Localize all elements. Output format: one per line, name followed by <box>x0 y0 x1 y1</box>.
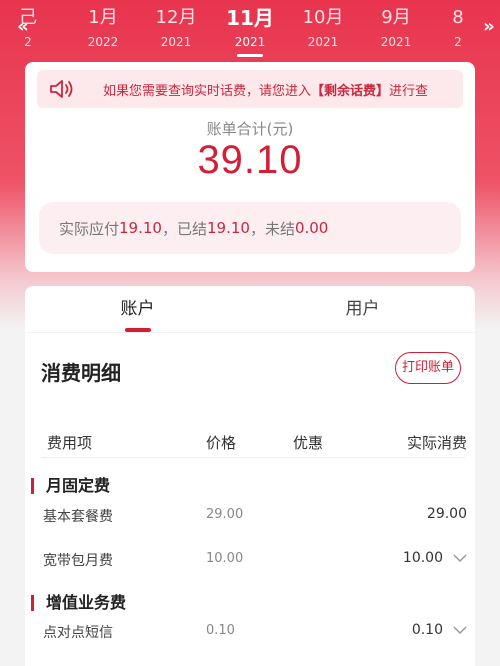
detail-title: 消费明细 <box>41 361 121 385</box>
year-label: 2 <box>24 35 32 49</box>
speaker-icon <box>50 80 73 98</box>
realtime-fee-notice[interactable]: 如果您需要查询实时话费，请您进入【剩余话费】进行查 <box>37 70 463 108</box>
active-month-indicator <box>237 54 263 57</box>
group-value-added: 增值业务费 <box>31 595 126 611</box>
account-user-tabs: 账户 用户 <box>25 286 475 332</box>
column-header-price: 价格 <box>206 434 237 452</box>
row-price: 10.00 <box>206 551 244 566</box>
row-name: 宽带包月费 <box>43 553 113 569</box>
total-label: 账单合计(元) <box>206 120 294 138</box>
year-label: 2 <box>454 35 462 49</box>
tab-user[interactable]: 用户 <box>250 286 475 332</box>
settled-value: 19.10 <box>206 219 250 237</box>
row-actual-value: 29.00 <box>426 506 467 522</box>
remaining-fee-link[interactable]: 【剩余话费】 <box>311 84 389 99</box>
payment-breakdown: 实际应付 19.10 ，已结 19.10 ，未结 0.00 <box>39 202 461 254</box>
month-item-jan-2022[interactable]: 1月 2022 <box>73 6 133 50</box>
month-label: 8 <box>452 7 464 28</box>
chevron-down-icon[interactable] <box>453 553 467 563</box>
month-label: 11月 <box>226 6 274 30</box>
unsettled-label: ，未结 <box>249 219 295 238</box>
chevron-down-icon[interactable] <box>453 625 467 635</box>
month-item-dec-2021[interactable]: 12月 2021 <box>146 6 206 50</box>
due-label: 实际应付 <box>59 219 120 238</box>
year-label: 2021 <box>234 35 266 49</box>
month-item-partial-right[interactable]: 8 2 <box>446 6 470 50</box>
divider <box>41 457 465 458</box>
month-label: 1月 <box>88 7 118 28</box>
month-label: 12月 <box>155 7 197 28</box>
notice-text-after: 进行查 <box>389 83 429 99</box>
month-item-partial-left[interactable]: 己 2 <box>8 6 48 50</box>
year-label: 2022 <box>87 35 119 49</box>
tab-account[interactable]: 账户 <box>25 286 250 332</box>
consumption-detail: 消费明细 打印账单 费用项 价格 优惠 实际消费 月固定费 基本套餐费 29.0… <box>25 333 475 666</box>
row-actual: 29.00 <box>427 506 467 522</box>
row-name: 点对点短信 <box>43 625 113 641</box>
row-price: 29.00 <box>206 507 244 522</box>
row-actual-expandable[interactable]: 0.10 <box>412 622 467 638</box>
print-bill-button[interactable]: 打印账单 <box>395 352 461 384</box>
month-item-oct-2021[interactable]: 10月 2021 <box>293 6 353 50</box>
year-label: 2021 <box>380 35 412 49</box>
row-name: 基本套餐费 <box>43 509 113 525</box>
row-price: 0.10 <box>206 623 235 638</box>
year-label: 2021 <box>160 35 192 49</box>
year-label: 2021 <box>307 35 339 49</box>
column-header-discount: 优惠 <box>293 434 324 452</box>
double-chevron-right-icon[interactable]: » <box>480 17 498 37</box>
total-amount: 39.10 <box>197 138 303 182</box>
column-header-item: 费用项 <box>47 434 93 452</box>
month-label: 10月 <box>302 7 344 28</box>
month-item-sep-2021[interactable]: 9月 2021 <box>366 6 426 50</box>
notice-text: 如果您需要查询实时话费，请您进入【剩余话费】进行查 <box>103 80 463 99</box>
row-actual-expandable[interactable]: 10.00 <box>403 550 467 566</box>
month-selector: « 己 2 1月 2022 12月 2021 11月 2021 10月 2021… <box>0 0 500 58</box>
unsettled-value: 0.00 <box>294 219 329 237</box>
month-item-nov-2021-selected[interactable]: 11月 2021 <box>220 6 280 50</box>
row-actual-value: 0.10 <box>411 622 443 638</box>
notice-text-before: 如果您需要查询实时话费，请您进入 <box>103 83 312 99</box>
row-actual-value: 10.00 <box>402 550 443 566</box>
month-label: 己 <box>19 7 37 28</box>
month-label: 9月 <box>381 7 411 28</box>
group-monthly-fixed: 月固定费 <box>31 478 110 494</box>
settled-label: ，已结 <box>161 219 207 238</box>
column-header-actual: 实际消费 <box>406 434 467 452</box>
bill-summary-card: 如果您需要查询实时话费，请您进入【剩余话费】进行查 账单合计(元) 39.10 … <box>25 62 475 272</box>
due-value: 19.10 <box>119 219 162 237</box>
